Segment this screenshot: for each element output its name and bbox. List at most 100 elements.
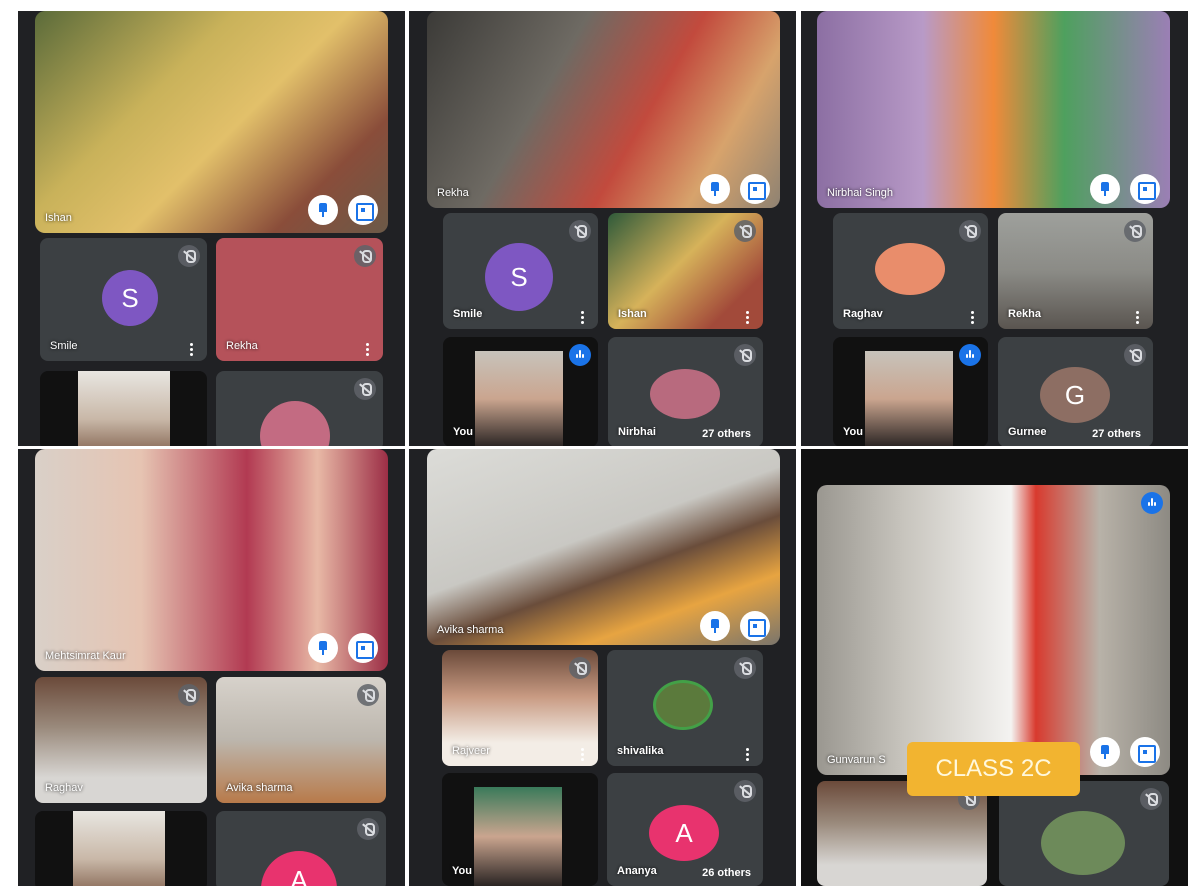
pin-icon[interactable] [700,611,730,641]
fullscreen-icon[interactable] [1130,174,1160,204]
pin-icon[interactable] [1090,174,1120,204]
participant-tile[interactable]: Nirbhai 27 others [608,337,763,446]
fullscreen-icon[interactable] [348,195,378,225]
main-video-tile[interactable]: Ishan [35,11,388,233]
mic-off-icon [357,818,379,840]
mic-off-icon [734,780,756,802]
participant-tile[interactable]: Rekha [216,238,383,361]
mic-off-icon [178,684,200,706]
avatar: A [261,851,337,886]
others-count: 27 others [1092,428,1141,440]
avatar [875,243,945,295]
participant-name: Rajveer [452,745,490,757]
participant-tile[interactable]: A [216,811,386,886]
participant-tile[interactable]: Ishan [608,213,763,329]
participant-tile[interactable] [999,781,1169,886]
participant-name: Avika sharma [226,782,293,794]
fullscreen-icon[interactable] [1130,737,1160,767]
mic-off-icon [357,684,379,706]
fullscreen-icon[interactable] [740,611,770,641]
pin-icon[interactable] [308,195,338,225]
mic-off-icon [354,245,376,267]
mic-off-icon [1140,788,1162,810]
call-screen-4: Mehtsimrat Kaur Raghav Avika sharma A [18,449,405,886]
participant-tile[interactable]: shivalika [607,650,763,766]
call-screen-5: Avika sharma Rajveer shivalika You A Ana… [409,449,796,886]
participant-tile-self[interactable]: You [443,337,598,446]
participant-name: Ishan [618,308,647,320]
participant-tile[interactable]: S Smile [443,213,598,329]
call-screen-6: Gunvarun S [801,449,1188,886]
mic-off-icon [1124,344,1146,366]
more-options-icon[interactable] [746,753,749,756]
avatar: A [649,805,719,861]
call-screen-3: Nirbhai Singh Raghav Rekha You G Gurnee … [801,11,1188,446]
participant-tile[interactable]: A Ananya 26 others [607,773,763,886]
participant-name: Nirbhai [618,426,656,438]
participant-name: You [453,426,473,438]
pin-icon[interactable] [308,633,338,663]
video-feed [78,371,170,446]
participant-tile[interactable]: S Smile [40,238,207,361]
participant-tile[interactable]: Rajveer [442,650,598,766]
participant-tile[interactable] [40,371,207,446]
participant-name: Raghav [843,308,883,320]
pin-icon[interactable] [1090,737,1120,767]
mic-off-icon [569,220,591,242]
more-options-icon[interactable] [1136,316,1139,319]
participant-tile[interactable]: Avika sharma [216,677,386,803]
participant-name: Avika sharma [437,624,504,636]
mic-off-icon [734,657,756,679]
participant-name: Smile [50,340,78,352]
more-options-icon[interactable] [366,348,369,351]
participant-name: Smile [453,308,483,320]
mic-off-icon [734,220,756,242]
participant-tile[interactable]: Rekha [998,213,1153,329]
call-screen-2: Rekha S Smile Ishan You Nirbhai 27 other… [409,11,796,446]
main-video-tile[interactable]: Nirbhai Singh [817,11,1170,208]
participant-tile-self[interactable]: You [442,773,598,886]
fullscreen-icon[interactable] [348,633,378,663]
avatar: S [485,243,553,311]
participant-name: Rekha [1008,308,1042,320]
more-options-icon[interactable] [190,348,193,351]
participant-name: Raghav [45,782,83,794]
participant-tile-self[interactable]: You [833,337,988,446]
more-options-icon[interactable] [746,316,749,319]
fullscreen-icon[interactable] [740,174,770,204]
mic-off-icon [569,657,591,679]
participant-tile[interactable]: G Gurnee 27 others [998,337,1153,446]
main-video-tile[interactable]: Mehtsimrat Kaur [35,449,388,671]
speaking-indicator-icon [569,344,591,366]
others-count: 26 others [702,867,751,879]
video-feed [865,351,953,446]
participant-name: Rekha [437,187,469,199]
video-feed [475,351,563,446]
mic-off-icon [959,220,981,242]
main-video-tile[interactable]: Gunvarun S [817,485,1170,775]
participant-name: Rekha [226,340,258,352]
speaking-indicator-icon [1141,492,1163,514]
mic-off-icon [178,245,200,267]
participant-name: Gurnee [1008,426,1047,438]
participant-tile[interactable] [35,811,207,886]
participant-tile[interactable]: Raghav [35,677,207,803]
more-options-icon[interactable] [581,753,584,756]
others-count: 27 others [702,428,751,440]
avatar [1041,811,1125,875]
participant-tile[interactable] [817,781,987,886]
mic-off-icon [1124,220,1146,242]
main-video-tile[interactable]: Avika sharma [427,449,780,645]
video-feed [474,787,562,886]
participant-name: Ishan [45,212,72,224]
main-video-tile[interactable]: Rekha [427,11,780,208]
pin-icon[interactable] [700,174,730,204]
participant-name: shivalika [617,745,664,757]
participant-tile[interactable]: Raghav [833,213,988,329]
participant-name: You [452,865,472,877]
avatar [650,369,720,419]
participant-tile[interactable] [216,371,383,446]
mic-off-icon [734,344,756,366]
more-options-icon[interactable] [971,316,974,319]
more-options-icon[interactable] [581,316,584,319]
